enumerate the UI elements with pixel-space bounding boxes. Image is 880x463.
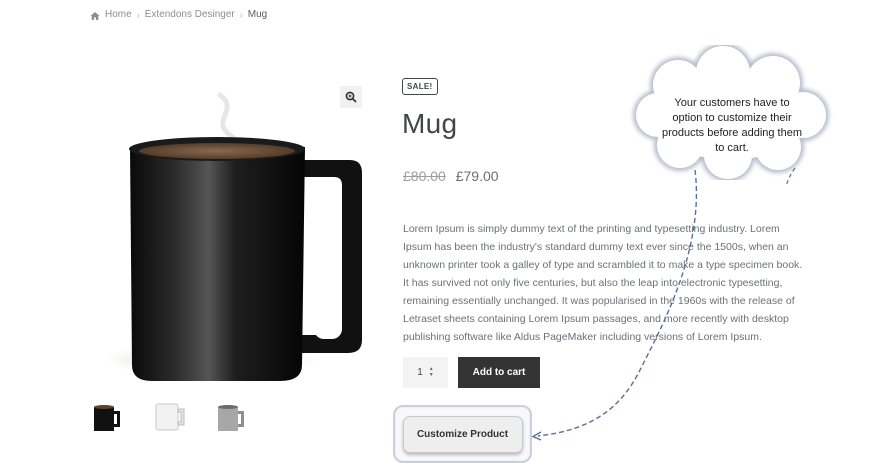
sale-price: £79.00 xyxy=(455,168,499,184)
black-mug-thumbnail[interactable] xyxy=(90,400,124,434)
quantity-value: 1 xyxy=(417,367,423,378)
product-price: £80.00 £79.00 xyxy=(403,168,499,184)
breadcrumb-home-link[interactable]: Home xyxy=(105,9,132,20)
magnifier-zoom-icon xyxy=(345,91,357,103)
callout-text: Your customers have to option to customi… xyxy=(661,97,803,154)
home-icon[interactable] xyxy=(90,11,100,21)
thumbnail-gallery xyxy=(90,400,248,434)
product-description: Lorem Ipsum is simply dummy text of the … xyxy=(403,222,803,343)
zoom-button[interactable] xyxy=(340,86,362,108)
customize-product-button[interactable]: Customize Product xyxy=(402,415,523,453)
product-title: Mug xyxy=(402,108,458,139)
sale-badge: SALE! xyxy=(402,78,438,95)
white-mug-thumbnail[interactable] xyxy=(152,400,186,434)
breadcrumb-current: Mug xyxy=(247,9,268,20)
product-main-image[interactable] xyxy=(90,75,372,385)
grey-mug-thumbnail[interactable] xyxy=(214,400,248,434)
breadcrumb-separator: › xyxy=(136,9,140,20)
breadcrumb-category-link[interactable]: Extendons Desinger xyxy=(145,9,235,20)
original-price: £80.00 xyxy=(403,168,446,184)
customize-highlight: Customize Product xyxy=(393,405,532,463)
add-to-cart-button[interactable]: Add to cart xyxy=(458,357,540,388)
breadcrumb: Home › Extendons Desinger › Mug xyxy=(90,9,267,20)
quantity-spinner[interactable]: ▲ ▼ xyxy=(429,367,434,378)
breadcrumb-separator: › xyxy=(239,9,243,20)
quantity-input[interactable]: 1 ▲ ▼ xyxy=(403,357,448,388)
